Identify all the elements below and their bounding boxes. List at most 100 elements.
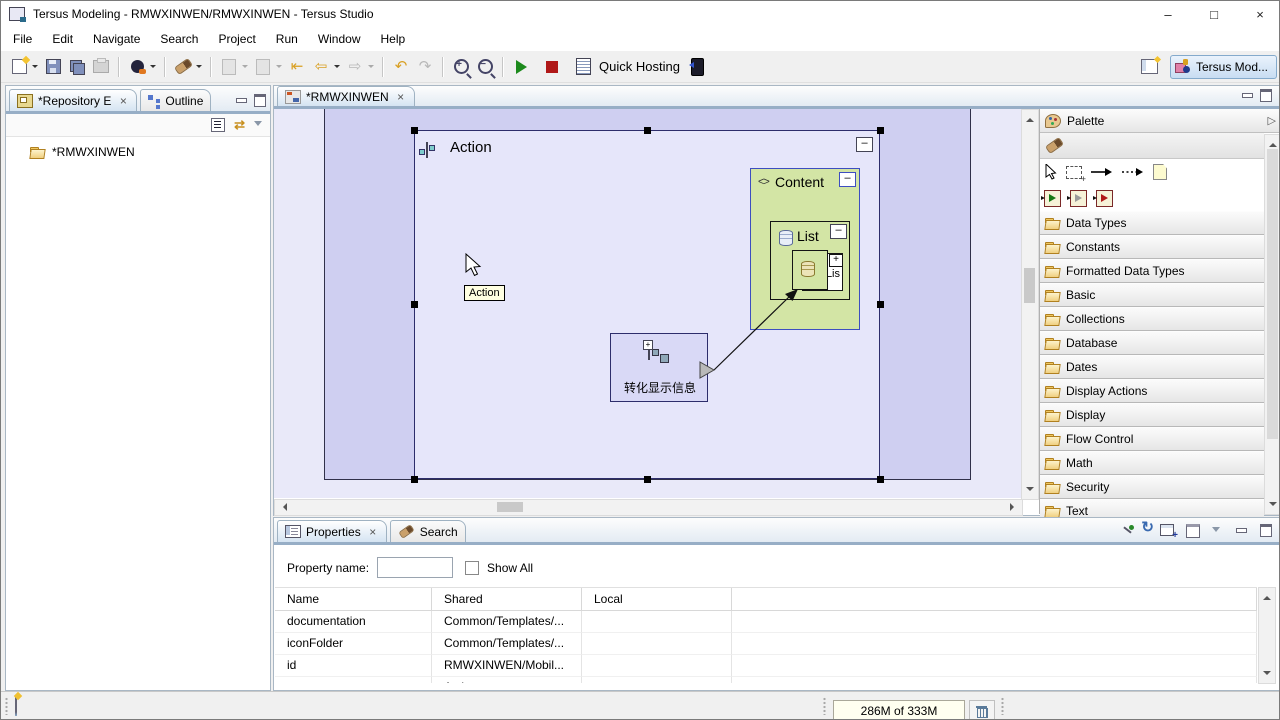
next-annotation-dropdown-arrow[interactable] xyxy=(276,65,282,71)
editor-maximize-icon[interactable] xyxy=(1260,89,1272,102)
tab-repository-explorer[interactable]: *Repository E × xyxy=(9,89,137,111)
property-cell-local[interactable] xyxy=(582,677,732,683)
minimize-button[interactable]: – xyxy=(1153,2,1183,26)
vscroll-thumb[interactable] xyxy=(1024,268,1035,303)
action-collapse-button[interactable]: – xyxy=(856,137,873,152)
menu-item[interactable]: Help xyxy=(371,29,416,49)
expand-button[interactable]: + xyxy=(829,254,843,267)
view-menu-icon[interactable] xyxy=(1212,527,1220,536)
properties-table-scrollbar[interactable] xyxy=(1258,587,1276,684)
quick-hosting-button[interactable] xyxy=(572,55,594,79)
selection-handle-s[interactable] xyxy=(644,476,651,483)
property-cell-shared[interactable]: Common/Templates/... xyxy=(432,633,582,655)
property-name-input[interactable] xyxy=(377,557,453,578)
view-minimize-icon[interactable] xyxy=(236,94,246,103)
scroll-down-icon[interactable] xyxy=(1269,502,1277,510)
last-edit-button[interactable] xyxy=(218,55,240,79)
scroll-right-icon[interactable] xyxy=(1010,503,1018,511)
palette-category[interactable]: Display Actions xyxy=(1040,379,1264,403)
back-button[interactable]: ⇦ xyxy=(310,55,332,79)
menu-item[interactable]: Run xyxy=(266,29,308,49)
view-minimize-icon[interactable] xyxy=(1236,524,1246,533)
list-collapse-button[interactable]: – xyxy=(830,224,847,239)
view-maximize-icon[interactable] xyxy=(1260,524,1272,537)
marquee-tool-icon[interactable] xyxy=(1066,166,1082,179)
model-content-box[interactable]: <> Content – List – Lis + xyxy=(750,168,860,330)
scroll-down-icon[interactable] xyxy=(1026,487,1034,495)
quick-hosting-label[interactable]: Quick Hosting xyxy=(599,59,680,74)
palette-header[interactable]: Palette ▷ xyxy=(1040,109,1280,133)
column-header[interactable]: Shared xyxy=(432,588,582,611)
show-all-checkbox[interactable] xyxy=(465,561,479,575)
property-cell-name[interactable]: documentation xyxy=(275,611,432,633)
scroll-left-icon[interactable] xyxy=(279,503,287,511)
fast-view-icon[interactable] xyxy=(15,697,17,716)
new-dropdown-arrow[interactable] xyxy=(32,65,38,71)
zoom-in-button[interactable]: + xyxy=(450,55,472,79)
property-cell-shared[interactable]: Common/Templates/... xyxy=(432,611,582,633)
last-edit-dropdown-arrow[interactable] xyxy=(242,65,248,71)
column-header[interactable]: Local xyxy=(582,588,732,611)
close-button[interactable]: × xyxy=(1245,2,1275,26)
back-dropdown-arrow[interactable] xyxy=(334,65,340,71)
new-table-icon[interactable] xyxy=(1160,524,1174,536)
run-key-dropdown-arrow[interactable] xyxy=(150,65,156,71)
palette-category[interactable]: Security xyxy=(1040,475,1264,499)
back-to-last-edit-button[interactable]: ⇤ xyxy=(286,55,308,79)
trigger-red-tool-icon[interactable] xyxy=(1096,190,1113,207)
model-action-box[interactable]: Action – <> Content – List – Lis xyxy=(414,130,880,479)
next-annotation-button[interactable] xyxy=(252,55,274,79)
save-all-button[interactable] xyxy=(66,55,88,79)
property-cell-shared[interactable]: RMWXINWEN/Mobil... xyxy=(432,655,582,677)
palette-pin-icon[interactable]: ▷ xyxy=(1268,114,1276,127)
palette-category[interactable]: Data Types xyxy=(1040,211,1264,235)
scroll-up-icon[interactable] xyxy=(1026,114,1034,122)
refresh-icon[interactable]: ↻ xyxy=(1141,518,1154,538)
tab-close-icon[interactable]: × xyxy=(367,525,379,539)
menu-item[interactable]: Project xyxy=(208,29,265,49)
tab-close-icon[interactable]: × xyxy=(117,94,129,108)
editor-minimize-icon[interactable] xyxy=(1242,89,1252,98)
palette-category[interactable]: Constants xyxy=(1040,235,1264,259)
mobile-preview-button[interactable] xyxy=(687,55,709,79)
flow-arrow-tool-icon[interactable] xyxy=(1091,167,1113,177)
note-tool-icon[interactable] xyxy=(1153,164,1167,180)
palette-category[interactable]: Formatted Data Types xyxy=(1040,259,1264,283)
property-cell-name[interactable]: id xyxy=(275,655,432,677)
view-maximize-icon[interactable] xyxy=(254,94,266,107)
palette-category[interactable]: Collections xyxy=(1040,307,1264,331)
selection-handle-n[interactable] xyxy=(644,127,651,134)
palette-category[interactable]: Database xyxy=(1040,331,1264,355)
tab-editor-rmwxinwen[interactable]: *RMWXINWEN × xyxy=(277,86,415,106)
model-list-box[interactable]: List – Lis + xyxy=(770,221,850,300)
tab-close-icon[interactable]: × xyxy=(395,90,407,104)
selection-handle-se[interactable] xyxy=(877,476,884,483)
menu-item[interactable]: Navigate xyxy=(83,29,150,49)
sync-icon[interactable]: ⇄ xyxy=(234,117,245,133)
maximize-button[interactable]: □ xyxy=(1199,2,1229,26)
save-button[interactable] xyxy=(42,55,64,79)
property-cell-local[interactable] xyxy=(582,655,732,677)
editor-hscrollbar[interactable] xyxy=(274,499,1023,516)
pin-icon[interactable] xyxy=(1122,524,1135,537)
palette-category[interactable]: Math xyxy=(1040,451,1264,475)
new-wizard-button[interactable] xyxy=(8,55,30,79)
tree-item-rmwxinwen[interactable]: *RMWXINWEN xyxy=(6,137,270,159)
open-perspective-button[interactable] xyxy=(1139,55,1161,79)
run-button[interactable] xyxy=(510,55,532,79)
search-brush-button[interactable] xyxy=(172,55,194,79)
selection-handle-nw[interactable] xyxy=(411,127,418,134)
select-tool-icon[interactable] xyxy=(1044,164,1057,180)
collapse-all-icon[interactable] xyxy=(211,118,225,132)
property-cell-shared[interactable]: Action xyxy=(432,677,582,683)
search-brush-dropdown-arrow[interactable] xyxy=(196,65,202,71)
menu-item[interactable]: Search xyxy=(150,29,208,49)
stop-button[interactable] xyxy=(541,55,563,79)
palette-tools-section-header[interactable] xyxy=(1040,133,1264,159)
editor-vscrollbar[interactable] xyxy=(1021,109,1039,500)
scroll-down-icon[interactable] xyxy=(1263,671,1271,679)
model-list-item-front-box[interactable] xyxy=(792,250,828,290)
palette-scroll-thumb[interactable] xyxy=(1267,149,1278,439)
redo-button[interactable]: ↷ xyxy=(414,55,436,79)
perspective-button-tersus-modeling[interactable]: Tersus Mod... xyxy=(1170,55,1277,79)
